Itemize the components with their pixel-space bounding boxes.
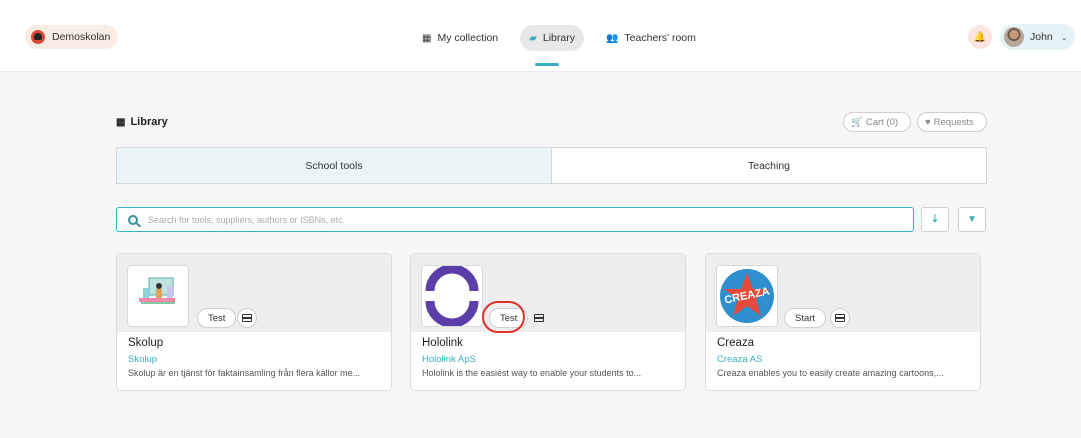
school-switcher[interactable]: Demoskolan <box>25 25 119 49</box>
credit-card-icon <box>242 314 252 322</box>
page-title: Library <box>130 116 168 128</box>
cart-label: Cart (0) <box>865 116 899 128</box>
highlight-annotation <box>482 301 525 333</box>
requests-button[interactable]: ♥ Requests <box>917 112 987 132</box>
payment-button[interactable] <box>529 308 549 328</box>
card-supplier[interactable]: Creaza AS <box>717 354 762 365</box>
card-title: Skolup <box>128 337 164 349</box>
tab-school-tools-label: School tools <box>305 159 363 172</box>
heart-icon: ♥ <box>925 116 931 128</box>
filter-button[interactable]: ▼ <box>958 207 986 232</box>
main-nav: ▦ My collection ▰ Library 👥 Teachers' ro… <box>413 25 705 51</box>
start-button[interactable]: Start <box>784 308 827 328</box>
top-edge <box>0 0 1081 4</box>
search-bar <box>116 207 914 232</box>
creaza-logo-icon: CREAZA <box>716 265 778 327</box>
requests-label: Requests <box>933 116 974 128</box>
search-icon <box>128 214 138 225</box>
tab-school-tools[interactable]: School tools <box>117 148 552 183</box>
credit-card-icon <box>534 314 544 322</box>
user-menu[interactable]: John ⌄ <box>1000 24 1075 50</box>
test-button[interactable]: Test <box>197 308 237 328</box>
top-navigation-bar: Demoskolan ▦ My collection ▰ Library 👥 T… <box>0 0 1081 72</box>
start-button-label: Start <box>795 312 816 324</box>
grid-icon: ▦ <box>116 116 126 128</box>
card-supplier[interactable]: Skolup <box>128 354 157 365</box>
nav-library[interactable]: ▰ Library <box>520 25 584 51</box>
grid-icon: ▦ <box>422 32 432 44</box>
school-logo-icon <box>31 30 45 44</box>
nav-library-label: Library <box>542 32 575 44</box>
library-heading: ▦ Library <box>116 116 168 128</box>
test-button-label: Test <box>208 312 226 324</box>
card-title: Hololink <box>422 337 463 349</box>
nav-teachers-room-label: Teachers' room <box>624 32 696 44</box>
card-supplier[interactable]: Hololink ApS <box>422 354 476 365</box>
notifications-button[interactable]: 🔔 <box>968 25 992 49</box>
nav-my-collection-label: My collection <box>437 32 499 44</box>
chevron-down-icon: ⌄ <box>1060 32 1068 42</box>
book-icon: ▰ <box>529 32 537 44</box>
sort-button[interactable]: ⇣ <box>921 207 949 232</box>
users-icon: 👥 <box>605 32 619 44</box>
card-description: Creaza enables you to easily create amaz… <box>717 368 944 378</box>
card-description: Skolup är en tjänst för faktainsamling f… <box>128 368 361 378</box>
avatar <box>1004 27 1024 47</box>
card-title: Creaza <box>717 337 755 349</box>
payment-button[interactable] <box>237 308 257 328</box>
active-nav-indicator <box>535 63 559 66</box>
tab-teaching-label: Teaching <box>747 159 791 172</box>
hololink-logo-icon <box>421 265 483 327</box>
tool-card-creaza[interactable]: CREAZA Start Creaza Creaza AS Creaza ena… <box>705 253 981 391</box>
tab-teaching[interactable]: Teaching <box>552 148 986 183</box>
bell-icon: 🔔 <box>973 31 987 43</box>
school-name: Demoskolan <box>52 31 111 43</box>
cart-icon: 🛒 <box>851 116 863 128</box>
tool-card-hololink[interactable]: Test Hololink Hololink ApS Hololink is t… <box>410 253 686 391</box>
credit-card-icon <box>835 314 845 322</box>
filter-icon: ▼ <box>967 214 977 225</box>
payment-button[interactable] <box>830 308 850 328</box>
user-name: John <box>1030 31 1053 43</box>
nav-my-collection[interactable]: ▦ My collection <box>413 25 507 51</box>
cart-button[interactable]: 🛒 Cart (0) <box>843 112 911 132</box>
search-input[interactable] <box>148 214 913 225</box>
tool-card-skolup[interactable]: Test Skolup Skolup Skolup är en tjänst f… <box>116 253 392 391</box>
skolup-logo-icon <box>127 265 189 327</box>
card-description: Hololink is the easiest way to enable yo… <box>422 368 642 378</box>
nav-teachers-room[interactable]: 👥 Teachers' room <box>597 25 705 51</box>
library-tabs: School tools Teaching <box>116 147 987 184</box>
sort-icon: ⇣ <box>930 214 940 225</box>
